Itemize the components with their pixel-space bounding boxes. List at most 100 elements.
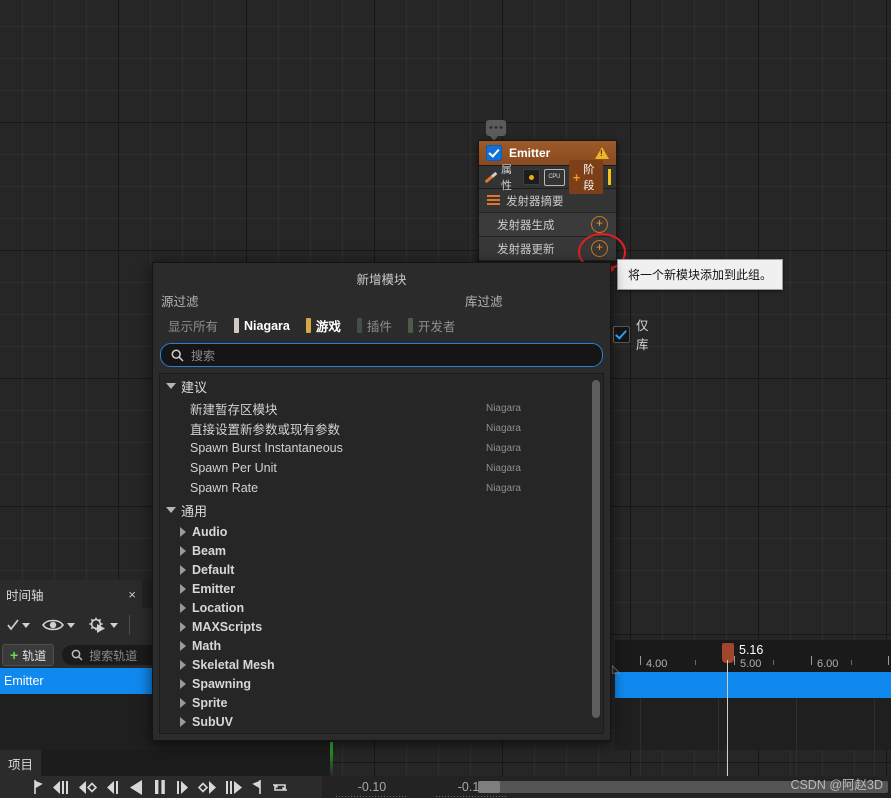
filter-dropdown[interactable] [2, 619, 35, 631]
chevron-right-icon[interactable] [180, 564, 186, 575]
module-name: 直接设置新参数或现有参数 [190, 422, 341, 437]
set-end-icon[interactable] [252, 779, 262, 795]
add-track-button[interactable]: + 轨道 [2, 644, 55, 666]
chevron-down-icon [166, 383, 176, 389]
emitter-spawn-label: 发射器生成 [497, 219, 555, 232]
transport-controls[interactable] [0, 776, 322, 798]
list-item[interactable]: Emitter [160, 579, 603, 598]
chip-niagara[interactable]: Niagara [227, 315, 297, 336]
range-start-value[interactable]: -0.10 [322, 780, 422, 797]
warning-icon[interactable] [595, 147, 609, 159]
ruler-label: 5.00 [740, 658, 762, 670]
chip-label: 插件 [366, 320, 392, 334]
add-stage-button[interactable]: + 阶段 [568, 160, 603, 194]
close-icon[interactable]: × [128, 587, 136, 602]
list-item[interactable]: Audio [160, 522, 603, 541]
list-item[interactable]: Beam [160, 541, 603, 560]
group-label: 建议 [181, 379, 208, 395]
list-item[interactable]: Sprite [160, 693, 603, 712]
list-item[interactable]: Spawn Per Unit Niagara [160, 458, 603, 478]
project-tabbar[interactable]: 项目 [0, 750, 330, 776]
add-module-icon[interactable]: + [591, 216, 608, 233]
module-source: Niagara [485, 422, 521, 434]
checkbox-icon[interactable] [613, 325, 630, 343]
plus-icon: + [10, 647, 19, 663]
list-item[interactable]: 新建暂存区模块 Niagara [160, 398, 603, 418]
list-item[interactable]: Location [160, 598, 603, 617]
play-reverse-icon[interactable] [129, 779, 145, 796]
library-only-checkbox[interactable]: 仅库 [613, 315, 649, 353]
list-item[interactable]: Spawn Burst Instantaneous Niagara [160, 438, 603, 458]
source-filter-chips[interactable]: 显示所有 Niagara 游戏 插件 开发者 [161, 313, 462, 338]
chip-plugin[interactable]: 插件 [350, 313, 399, 338]
list-item[interactable]: Spawning [160, 674, 603, 693]
set-start-icon[interactable] [33, 779, 43, 795]
category-name: SubUV [192, 714, 233, 729]
dot-toggle-icon[interactable] [522, 169, 540, 185]
step-forward-icon[interactable] [175, 780, 189, 795]
list-item[interactable]: MAXScripts [160, 617, 603, 636]
gear-play-icon [89, 617, 105, 633]
module-list[interactable]: 建议 新建暂存区模块 Niagara 直接设置新参数或现有参数 Niagara … [159, 373, 604, 734]
timeline-emitter-bar[interactable] [615, 672, 891, 698]
category-name: Default [192, 562, 235, 577]
chevron-right-icon[interactable] [180, 621, 186, 632]
step-back-icon[interactable] [106, 780, 120, 795]
playback-options-dropdown[interactable] [82, 617, 123, 633]
emitter-properties-bar[interactable]: 属性 CPU + 阶段 [479, 160, 616, 194]
chevron-right-icon[interactable] [180, 697, 186, 708]
list-item[interactable]: Default [160, 560, 603, 579]
previous-key-icon[interactable] [79, 780, 97, 795]
next-key-icon[interactable] [198, 780, 216, 795]
tab-project[interactable]: 项目 [0, 750, 42, 776]
chevron-right-icon[interactable] [180, 602, 186, 613]
list-item[interactable]: Math [160, 636, 603, 655]
chip-developer[interactable]: 开发者 [401, 313, 463, 338]
category-name: Beam [192, 543, 227, 558]
tab-timeline-label: 时间轴 [6, 588, 44, 603]
pause-icon[interactable] [154, 779, 166, 795]
chip-color-swatch [234, 318, 240, 333]
chevron-right-icon[interactable] [180, 659, 186, 670]
chevron-right-icon[interactable] [180, 678, 186, 689]
list-item[interactable]: SubUV [160, 712, 603, 731]
chevron-right-icon[interactable] [180, 640, 186, 651]
category-name: Spawning [192, 676, 252, 691]
source-filter-label: 源过滤 [161, 295, 199, 309]
list-item[interactable]: 直接设置新参数或现有参数 Niagara [160, 418, 603, 438]
add-module-popup[interactable]: 新增模块 源过滤 库过滤 显示所有 Niagara 游戏 插件 开发者 仅库 搜… [152, 262, 649, 741]
loop-icon[interactable] [271, 780, 289, 795]
category-name: Math [192, 638, 222, 653]
visibility-dropdown[interactable] [37, 618, 80, 632]
group-header-suggested[interactable]: 建议 [160, 374, 603, 398]
node-comment-icon [486, 120, 506, 141]
jump-to-start-icon[interactable] [52, 780, 70, 795]
timeline-right-body[interactable] [615, 698, 891, 750]
playhead-handle[interactable] [722, 643, 734, 663]
add-module-filters[interactable]: 源过滤 库过滤 显示所有 Niagara 游戏 插件 开发者 仅库 [153, 291, 649, 352]
chip-label: Niagara [244, 318, 290, 333]
chevron-right-icon[interactable] [180, 716, 186, 727]
emitter-enabled-checkbox[interactable] [486, 145, 502, 161]
list-item[interactable]: Spawn Rate Niagara [160, 478, 603, 498]
scrollbar-thumb[interactable] [478, 781, 500, 793]
pencil-icon[interactable] [484, 171, 497, 184]
chip-show-all[interactable]: 显示所有 [161, 313, 225, 338]
cpu-icon[interactable]: CPU [543, 168, 565, 186]
jump-to-end-icon[interactable] [225, 780, 243, 795]
module-search-placeholder: 搜索 [191, 348, 216, 363]
vertical-scrollbar[interactable] [592, 380, 600, 718]
chevron-right-icon[interactable] [180, 526, 186, 537]
green-marker [330, 742, 333, 776]
tooltip-text: 将一个新模块添加到此组。 [627, 268, 772, 282]
chevron-right-icon[interactable] [180, 545, 186, 556]
list-item[interactable]: Utility [160, 731, 603, 733]
tab-timeline[interactable]: 时间轴 × [0, 580, 142, 608]
chip-game[interactable]: 游戏 [299, 313, 348, 338]
emitter-update-label: 发射器更新 [497, 243, 555, 256]
module-search-input[interactable]: 搜索 [160, 343, 603, 367]
emitter-name: Emitter [509, 146, 551, 160]
list-item[interactable]: Skeletal Mesh [160, 655, 603, 674]
chevron-right-icon[interactable] [180, 583, 186, 594]
group-header-general[interactable]: 通用 [160, 498, 603, 522]
